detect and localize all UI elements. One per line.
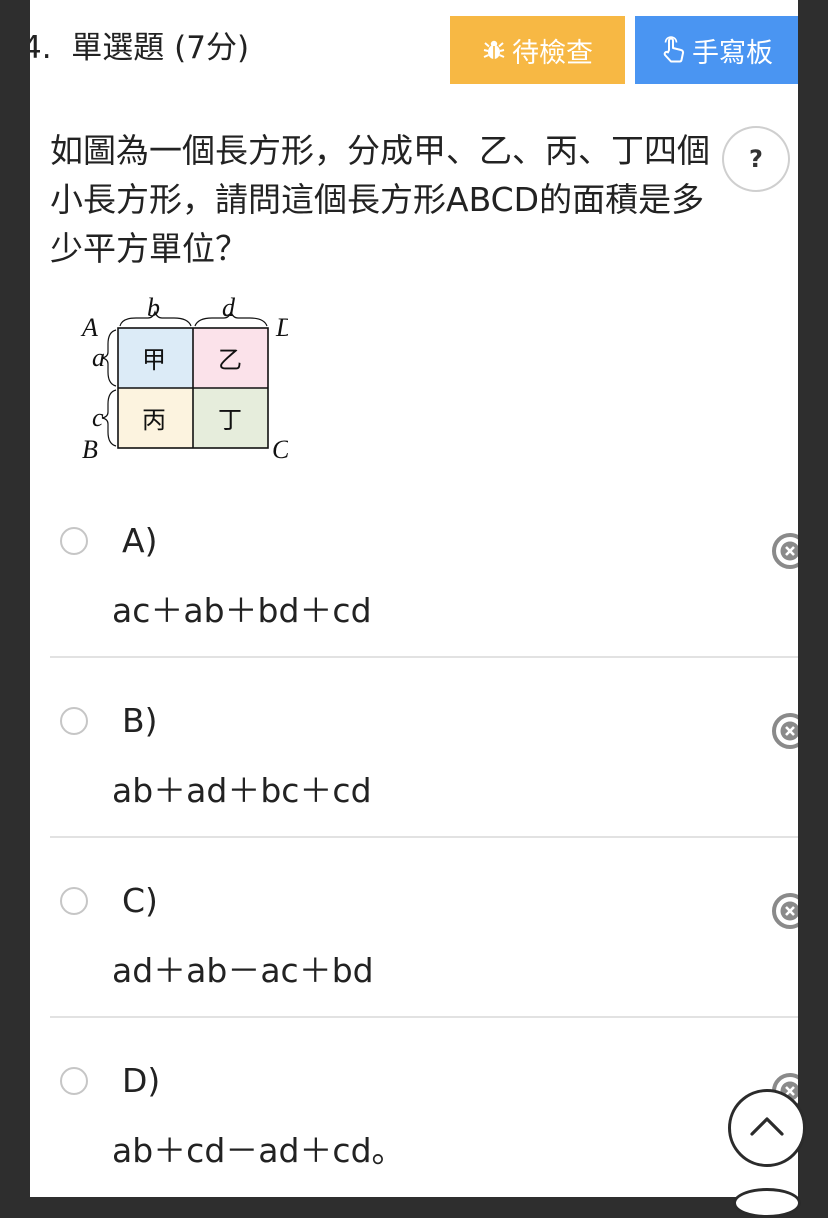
vertex-b-label: B xyxy=(82,435,98,464)
option-divider xyxy=(50,1016,798,1018)
option-a[interactable]: A) ac＋ab＋bd＋cd xyxy=(30,511,798,691)
question-text: 如圖為一個長方形，分成甲、乙、丙、丁四個小長方形，請問這個長方形ABCD的面積是… xyxy=(50,131,710,268)
review-later-label: 待檢查 xyxy=(512,37,593,69)
option-a-expression: ac＋ab＋bd＋cd xyxy=(112,591,372,630)
cell-yi-label: 乙 xyxy=(218,346,242,374)
option-d-letter: D) xyxy=(122,1061,161,1100)
option-divider xyxy=(50,656,798,658)
option-b-letter: B) xyxy=(122,701,158,740)
rectangle-figure: A D B C b d a c 甲 乙 丙 丁 xyxy=(80,293,288,464)
side-d-label: d xyxy=(222,293,236,322)
option-d-expression: ab＋cd－ad＋cd。 xyxy=(112,1131,405,1170)
option-a-radio[interactable] xyxy=(60,527,88,555)
cell-jia-label: 甲 xyxy=(142,346,166,374)
question-type: 單選題 xyxy=(71,30,165,66)
option-c[interactable]: C) ad＋ab－ac＋bd xyxy=(30,871,798,1051)
close-circle-icon[interactable] xyxy=(770,891,798,931)
vertex-c-label: C xyxy=(272,435,288,464)
side-c-label: c xyxy=(92,403,104,432)
chevron-up-icon xyxy=(749,1115,785,1141)
help-button[interactable]: ? xyxy=(722,126,790,192)
handwriting-pad-label: 手寫板 xyxy=(692,37,773,69)
option-d[interactable]: D) ab＋cd－ad＋cd。 xyxy=(30,1051,798,1197)
scroll-to-top-button[interactable] xyxy=(728,1089,806,1167)
review-later-button[interactable]: 待檢查 xyxy=(450,16,625,84)
bug-icon xyxy=(482,38,506,62)
option-a-letter: A) xyxy=(122,521,158,560)
question-page: 4. 單選題 (7分) 待檢查 手寫板 ? 如圖為一個長方形，分成甲、乙、丙、丁… xyxy=(30,0,798,1197)
cell-ding-label: 丁 xyxy=(218,406,242,434)
close-circle-icon[interactable] xyxy=(770,531,798,571)
pointer-hand-icon xyxy=(660,36,686,64)
option-b[interactable]: B) ab＋ad＋bc＋cd xyxy=(30,691,798,871)
question-title: 4. 單選題 (7分) xyxy=(30,22,249,67)
option-c-expression: ad＋ab－ac＋bd xyxy=(112,951,374,990)
close-circle-icon[interactable] xyxy=(770,711,798,751)
cell-bing-label: 丙 xyxy=(142,406,166,434)
option-c-radio[interactable] xyxy=(60,887,88,915)
question-mark-icon: ? xyxy=(749,145,763,173)
vertex-d-label: D xyxy=(275,313,288,342)
option-b-radio[interactable] xyxy=(60,707,88,735)
floating-button-partial[interactable] xyxy=(733,1188,801,1218)
handwriting-pad-button[interactable]: 手寫板 xyxy=(635,16,798,84)
side-b-label: b xyxy=(147,293,160,322)
option-d-radio[interactable] xyxy=(60,1067,88,1095)
question-header: 4. 單選題 (7分) 待檢查 手寫板 xyxy=(30,16,798,84)
side-a-label: a xyxy=(92,343,105,372)
vertex-a-label: A xyxy=(80,313,98,342)
option-divider xyxy=(50,836,798,838)
option-c-letter: C) xyxy=(122,881,158,920)
question-number: 4. xyxy=(30,30,52,66)
option-b-expression: ab＋ad＋bc＋cd xyxy=(112,771,372,810)
question-points: (7分) xyxy=(174,30,250,66)
